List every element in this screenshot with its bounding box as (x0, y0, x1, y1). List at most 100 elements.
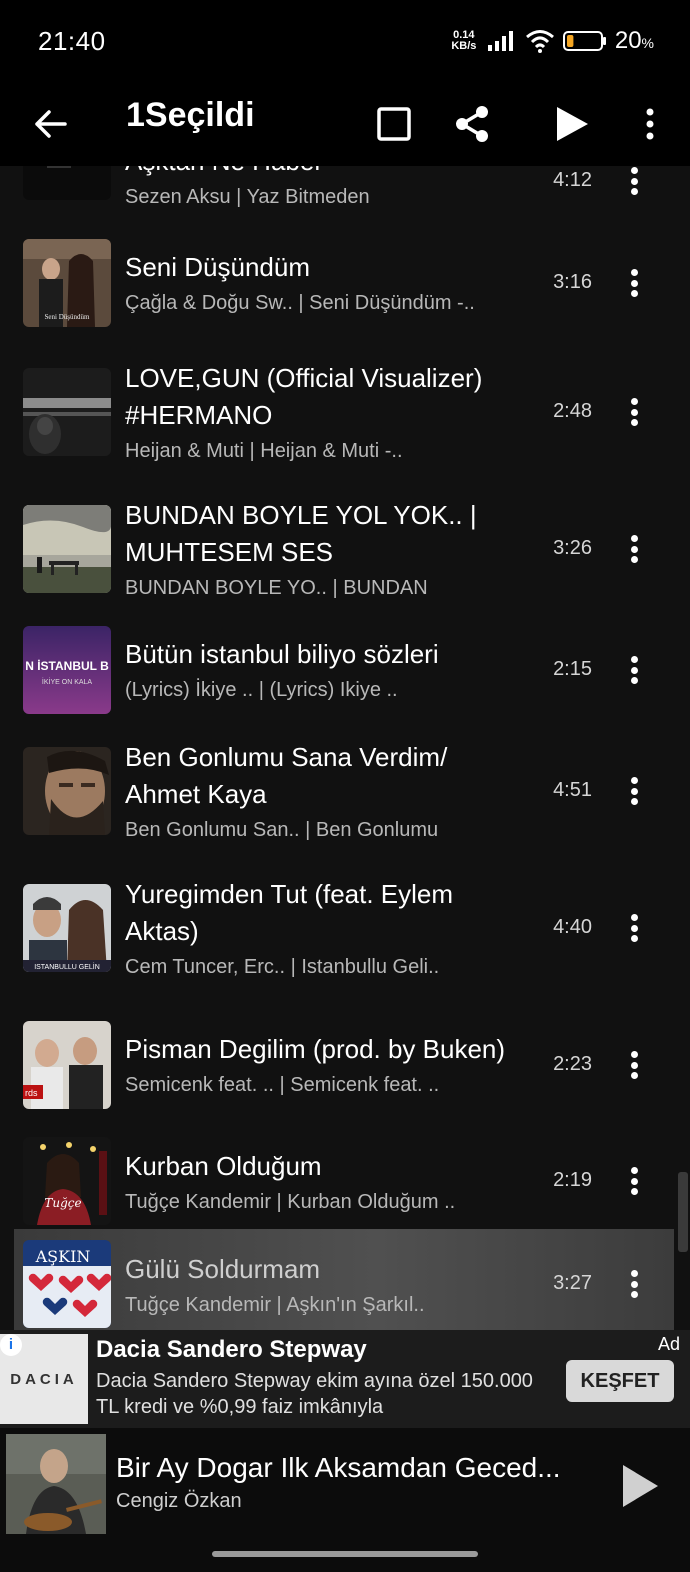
song-row[interactable]: rds Pisman Degilim (prod. by Buken) Semice… (14, 996, 674, 1133)
svg-text:rds: rds (25, 1088, 38, 1098)
song-title[interactable]: Seni Düşündüm (125, 249, 525, 286)
status-bar: 21:40 0.14 KB/s 20% (0, 0, 690, 82)
song-thumbnail[interactable]: rds (23, 1021, 111, 1109)
svg-text:DACIA: DACIA (10, 1371, 78, 1388)
song-more-icon[interactable] (624, 1266, 644, 1302)
song-subtitle: Tuğçe Kandemir | Kurban Olduğum .. (125, 1191, 456, 1213)
more-vert-icon (646, 108, 654, 140)
song-title[interactable]: Kurban Olduğum (125, 1148, 525, 1185)
song-subtitle: Heijan & Muti | Heijan & Muti -.. (125, 440, 403, 462)
ad-info-icon[interactable]: i (0, 1334, 22, 1356)
song-more-icon[interactable] (624, 166, 644, 199)
song-subtitle: Çağla & Doğu Sw.. | Seni Düşündüm -.. (125, 292, 475, 314)
song-title[interactable]: Bütün istanbul biliyo sözleri (125, 636, 525, 673)
song-list[interactable]: Aşktan Ne Haber Sezen Aksu | Yaz Bitmeden… (0, 166, 690, 1330)
song-duration: 2:23 (553, 1053, 592, 1075)
song-row[interactable]: Aşktan Ne Haber Sezen Aksu | Yaz Bitmeden… (14, 166, 674, 222)
song-subtitle: Cem Tuncer, Erc.. | Istanbullu Geli.. (125, 956, 440, 978)
song-more-icon[interactable] (624, 531, 644, 567)
song-title[interactable]: LOVE,GUN (Official Visualizer) #HERMANO (125, 360, 525, 434)
song-duration: 2:48 (553, 400, 592, 422)
ad-title[interactable]: Dacia Sandero Stepway (96, 1336, 367, 1364)
song-title[interactable]: Aşktan Ne Haber (125, 166, 525, 180)
home-indicator[interactable] (212, 1551, 478, 1557)
status-time: 21:40 (38, 26, 106, 56)
song-thumbnail[interactable] (23, 747, 111, 835)
battery-percent: 20% (614, 27, 654, 54)
song-title[interactable]: Ben Gonlumu Sana Verdim/ Ahmet Kaya (125, 739, 525, 813)
ad-label: Ad (657, 1334, 680, 1354)
song-subtitle: Ben Gonlumu San.. | Ben Gonlumu (125, 819, 439, 841)
wifi-icon (525, 30, 554, 53)
song-duration: 4:40 (553, 916, 592, 938)
share-button[interactable] (446, 92, 498, 156)
now-playing-artist[interactable]: Cengiz Özkan (116, 1490, 242, 1513)
ad-cta-button[interactable]: KEŞFET (566, 1360, 674, 1402)
mini-player-play-button[interactable] (612, 1458, 668, 1514)
song-row[interactable]: Tuğçe Kurban Olduğum Tuğçe Kandemir | Kurb… (14, 1133, 674, 1229)
song-more-icon[interactable] (624, 910, 644, 946)
song-subtitle: BUNDAN BOYLE YO.. | BUNDAN (125, 577, 428, 599)
song-more-icon[interactable] (624, 265, 644, 301)
now-playing-artwork[interactable] (6, 1434, 106, 1534)
svg-text:Tuğçe: Tuğçe (44, 1196, 81, 1210)
song-more-icon[interactable] (624, 1163, 644, 1199)
song-thumbnail[interactable]: AŞKIN (23, 1240, 111, 1328)
svg-text:Seni Düşündüm: Seni Düşündüm (45, 313, 90, 321)
song-subtitle: Semicenk feat. .. | Semicenk feat. .. (125, 1074, 440, 1096)
song-thumbnail[interactable]: Seni Düşündüm (23, 239, 111, 327)
song-duration: 3:16 (553, 271, 592, 293)
svg-text:ISTANBULLU GELİN: ISTANBULLU GELİN (34, 962, 100, 971)
song-duration: 2:19 (553, 1169, 592, 1191)
song-row[interactable]: ISTANBULLU GELİN Yuregimden Tut (feat. Ey… (14, 859, 674, 996)
ad-banner[interactable]: DACIA i Dacia Sandero Stepway Dacia Sand… (0, 1330, 690, 1428)
status-icons: 0.14 KB/s 20% (449, 24, 654, 58)
play-icon (557, 107, 588, 141)
select-all-checkbox-icon (377, 107, 411, 141)
song-thumbnail[interactable]: N İSTANBUL B İKİYE ON KALA (23, 626, 111, 714)
song-row[interactable]: BUNDAN BOYLE YOL YOK.. | MUHTESEM SES BUN… (14, 480, 674, 617)
thumbnail-text: N İSTANBUL B (25, 658, 109, 673)
song-more-icon[interactable] (624, 394, 644, 430)
signal-icon (487, 31, 513, 51)
song-thumbnail[interactable] (23, 368, 111, 456)
song-row[interactable]: AŞKIN Gülü Soldurmam Tuğçe Kandemir | Aşkı… (14, 1229, 674, 1330)
song-more-icon[interactable] (624, 652, 644, 688)
song-row[interactable]: N İSTANBUL B İKİYE ON KALA Bütün istanbul … (14, 617, 674, 722)
play-all-button[interactable] (546, 92, 598, 156)
song-title[interactable]: Gülü Soldurmam (125, 1251, 525, 1288)
app-header: 1Seçildi (0, 82, 690, 166)
more-options-button[interactable] (630, 92, 670, 156)
play-icon (623, 1465, 658, 1507)
back-button[interactable] (24, 92, 76, 156)
song-duration: 4:12 (553, 169, 592, 191)
song-duration: 4:51 (553, 779, 592, 801)
scrollbar[interactable] (678, 1172, 688, 1252)
song-more-icon[interactable] (624, 1047, 644, 1083)
song-duration: 3:27 (553, 1272, 592, 1294)
dacia-logo-icon: DACIA (10, 1371, 78, 1388)
song-row[interactable]: Ben Gonlumu Sana Verdim/ Ahmet Kaya Ben G… (14, 722, 674, 859)
song-title[interactable]: Yuregimden Tut (feat. Eylem Aktas) (125, 876, 525, 950)
song-thumbnail[interactable]: Tuğçe (23, 1137, 111, 1225)
select-all-button[interactable] (368, 92, 420, 156)
song-title[interactable]: BUNDAN BOYLE YOL YOK.. | MUHTESEM SES (125, 497, 525, 571)
song-subtitle: Tuğçe Kandemir | Aşkın'ın Şarkıl.. (125, 1294, 425, 1316)
thumbnail-subtext: İKİYE ON KALA (42, 677, 93, 686)
battery-icon (562, 31, 606, 51)
page-title: 1Seçildi (126, 96, 255, 134)
song-duration: 3:26 (553, 537, 592, 559)
song-row[interactable]: Seni Düşündüm Seni Düşündüm Çağla & Doğu S… (14, 222, 674, 343)
song-subtitle: (Lyrics) İkiye .. | (Lyrics) Ikiye .. (125, 679, 398, 701)
ad-body[interactable]: Dacia Sandero Stepway ekim ayına özel 15… (96, 1368, 556, 1420)
song-thumbnail[interactable]: ISTANBULLU GELİN (23, 884, 111, 972)
song-thumbnail[interactable] (23, 505, 111, 593)
now-playing-title[interactable]: Bir Ay Dogar Ilk Aksamdan Geced... (116, 1452, 606, 1484)
song-more-icon[interactable] (624, 773, 644, 809)
song-title[interactable]: Pisman Degilim (prod. by Buken) (125, 1031, 525, 1068)
network-speed: 0.14 KB/s (451, 29, 477, 52)
song-thumbnail[interactable] (23, 166, 111, 200)
song-row[interactable]: LOVE,GUN (Official Visualizer) #HERMANO H… (14, 343, 674, 480)
song-subtitle: Sezen Aksu | Yaz Bitmeden (125, 186, 370, 208)
back-arrow-icon (35, 110, 67, 138)
